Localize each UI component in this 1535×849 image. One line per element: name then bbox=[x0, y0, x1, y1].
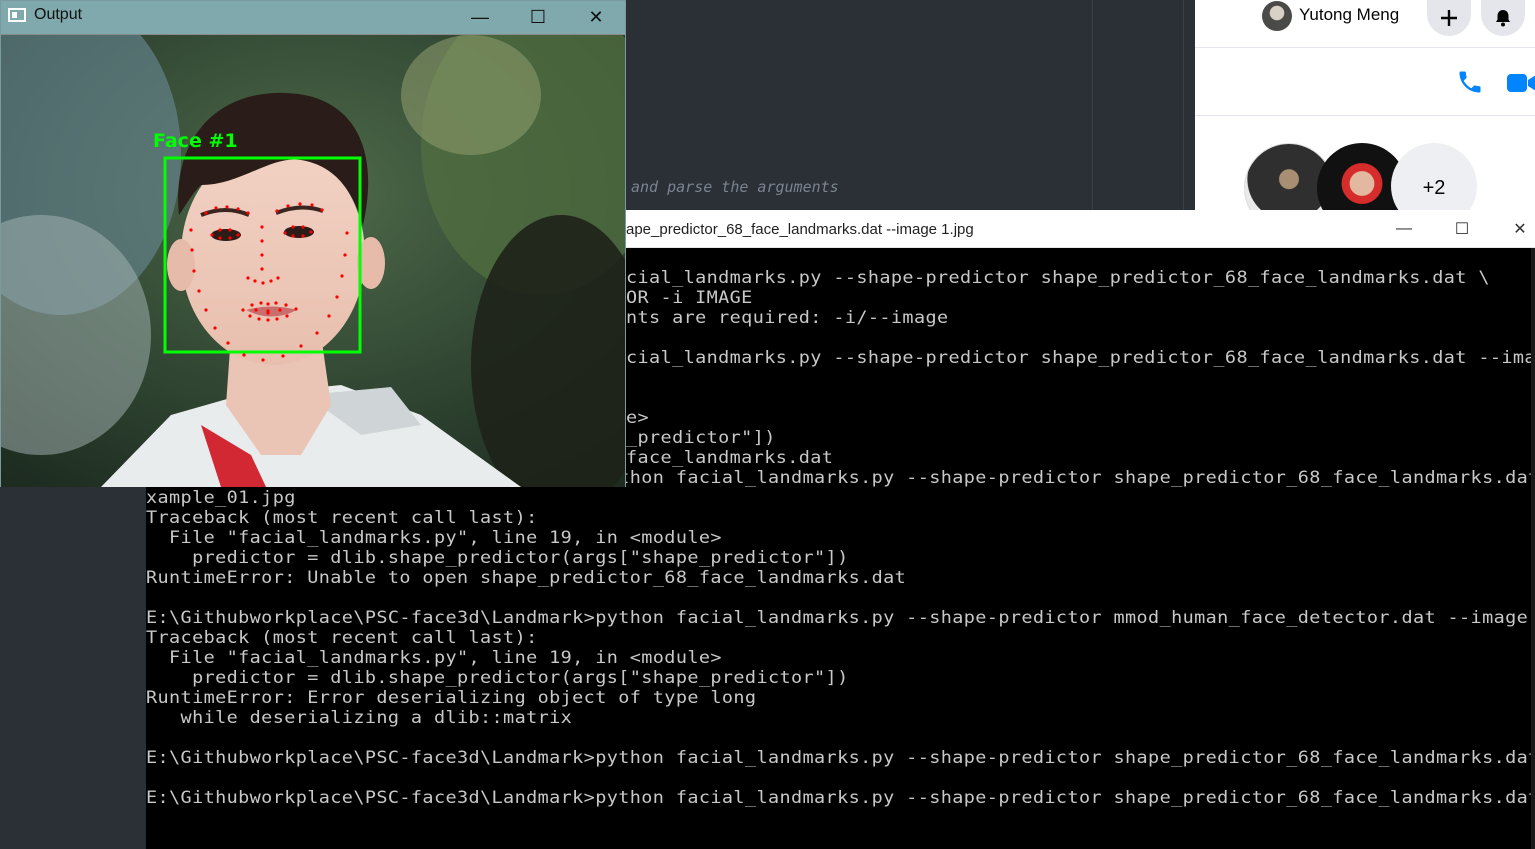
terminal-line: e> bbox=[626, 408, 650, 427]
terminal-line: File "facial_landmarks.py", line 19, in … bbox=[146, 648, 722, 667]
bell-icon bbox=[1496, 10, 1510, 27]
terminal-title: ape_predictor_68_face_landmarks.dat --im… bbox=[626, 221, 974, 238]
terminal-line: RuntimeError: Unable to open shape_predi… bbox=[146, 568, 907, 587]
plus-icon bbox=[1441, 10, 1457, 26]
terminal-line: nts are required: -i/--image bbox=[626, 308, 949, 327]
close-button[interactable]: ✕ bbox=[573, 3, 619, 31]
minimize-button[interactable]: — bbox=[457, 3, 503, 31]
terminal-line: predictor = dlib.shape_predictor(args["s… bbox=[146, 548, 849, 567]
terminal-line: face_landmarks.dat bbox=[626, 448, 834, 467]
terminal-line: cial_landmarks.py --shape-predictor shap… bbox=[626, 348, 1531, 367]
face-label: Face #1 bbox=[153, 130, 238, 152]
messenger-panel: Yutong Meng +2 bbox=[1195, 0, 1535, 233]
output-window: Output — ☐ ✕ Face #1 bbox=[0, 0, 626, 487]
terminal-line: Traceback (most recent call last): bbox=[146, 628, 538, 647]
terminal-line: Traceback (most recent call last): bbox=[146, 508, 538, 527]
editor-divider bbox=[1092, 0, 1093, 210]
output-title: Output bbox=[34, 6, 83, 23]
terminal-line: E:\Githubworkplace\PSC-face3d\Landmark>p… bbox=[146, 748, 1531, 767]
terminal-line: RuntimeError: Error deserializing object… bbox=[146, 688, 757, 707]
maximize-button[interactable]: ☐ bbox=[1439, 218, 1485, 240]
terminal-line: OR -i IMAGE bbox=[626, 288, 753, 307]
terminal-line: xample_01.jpg bbox=[146, 488, 296, 507]
profile-name[interactable]: Yutong Meng bbox=[1299, 5, 1399, 25]
messenger-header: Yutong Meng bbox=[1195, 0, 1535, 48]
terminal-line: E:\Githubworkplace\PSC-face3d\Landmark>p… bbox=[146, 608, 1531, 627]
avatar[interactable] bbox=[1262, 1, 1292, 31]
editor-comment: and parse the arguments bbox=[631, 178, 839, 196]
notifications-button[interactable] bbox=[1481, 0, 1525, 36]
participants-row: +2 bbox=[1195, 116, 1535, 233]
face-detection-image: Face #1 bbox=[1, 35, 625, 487]
terminal-line: E:\Githubworkplace\PSC-face3d\Landmark>p… bbox=[146, 788, 1531, 807]
output-titlebar[interactable]: Output — ☐ ✕ bbox=[1, 1, 625, 34]
app-window-icon bbox=[8, 8, 26, 22]
add-button[interactable] bbox=[1427, 0, 1471, 36]
call-actions bbox=[1195, 48, 1535, 116]
phone-icon[interactable] bbox=[1456, 68, 1484, 96]
video-camera-icon[interactable] bbox=[1506, 70, 1535, 96]
terminal-line: predictor = dlib.shape_predictor(args["s… bbox=[146, 668, 849, 687]
face-photo: Face #1 bbox=[1, 35, 625, 487]
terminal-scrollbar[interactable] bbox=[1531, 248, 1535, 849]
maximize-button[interactable]: ☐ bbox=[515, 3, 561, 31]
close-button[interactable]: ✕ bbox=[1497, 218, 1535, 240]
terminal-line: File "facial_landmarks.py", line 19, in … bbox=[146, 528, 722, 547]
minimize-button[interactable]: — bbox=[1381, 218, 1427, 240]
terminal-line: cial_landmarks.py --shape-predictor shap… bbox=[626, 268, 1490, 287]
terminal-line: while deserializing a dlib::matrix bbox=[146, 708, 573, 727]
editor-divider bbox=[1183, 0, 1184, 210]
terminal-line: _predictor"]) bbox=[626, 428, 776, 447]
